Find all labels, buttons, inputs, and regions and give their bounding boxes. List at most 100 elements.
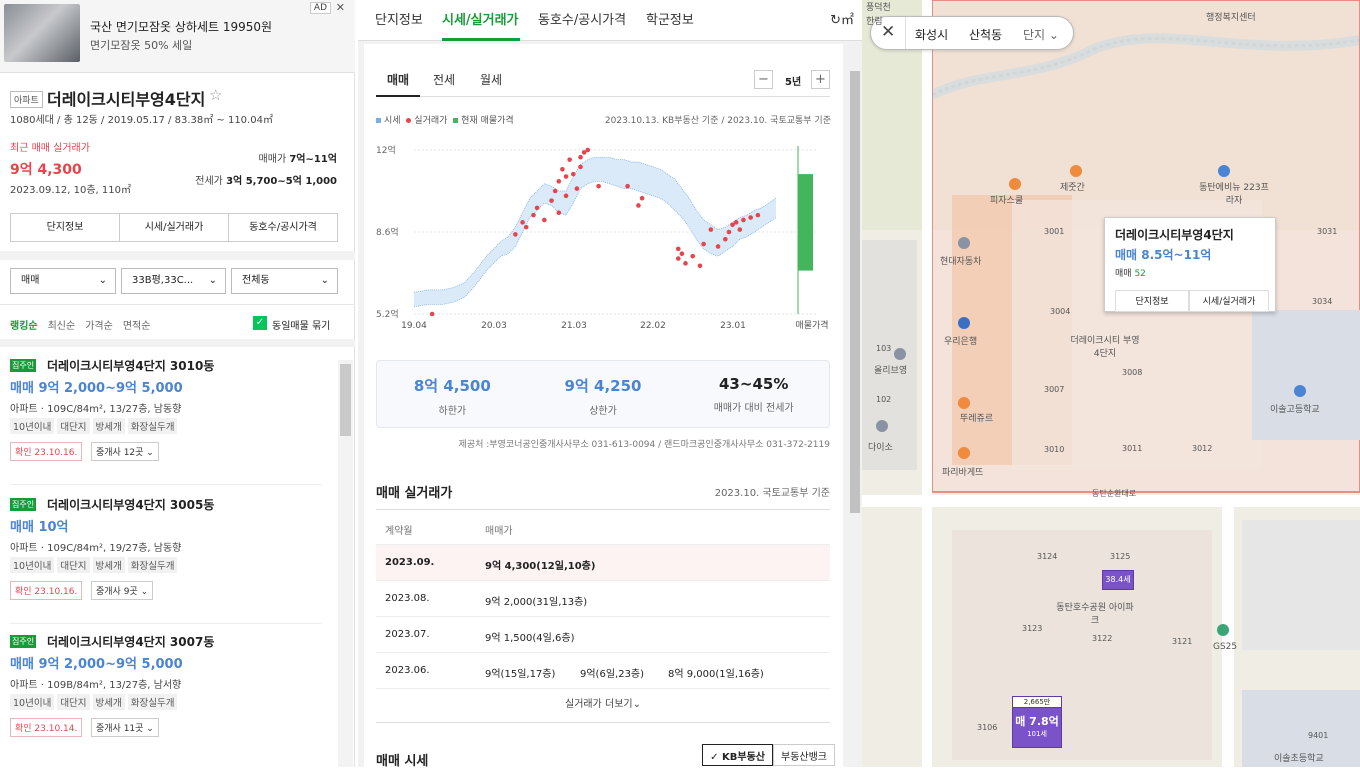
listing-name[interactable]: 더레이크시티부영4단지 3007동 xyxy=(47,633,214,650)
listing-spec: 아파트 · 109C/84m², 19/27층, 남동향 xyxy=(10,543,182,554)
store-icon[interactable] xyxy=(894,348,906,360)
map-card-info-button[interactable]: 단지정보 xyxy=(1115,290,1189,312)
deal-price: 9억 1,500(4일,6층) xyxy=(485,633,575,644)
map-price-pin[interactable]: 2,665만 매 7.8억 101세 xyxy=(1012,696,1062,748)
map-label: 더레이크시티 부영4단지 xyxy=(1070,336,1140,359)
listing-name[interactable]: 더레이크시티부영4단지 3005동 xyxy=(47,496,214,513)
sort-ranking[interactable]: 랭킹순 xyxy=(10,321,38,332)
map-label: 제줏간 xyxy=(1060,183,1085,193)
car-icon[interactable] xyxy=(958,237,970,249)
unit-price-button[interactable]: 동호수/공시가격 xyxy=(229,214,337,241)
market-title: 매매 시세 xyxy=(376,754,429,769)
feature-tag: 방세개 xyxy=(92,694,125,710)
region-city[interactable]: 화성시 xyxy=(915,26,948,43)
store-icon[interactable] xyxy=(876,420,888,432)
deal-point xyxy=(701,241,706,247)
sort-recent[interactable]: 최신순 xyxy=(48,321,76,332)
deal-point xyxy=(690,253,696,259)
stat-high-label: 상한가 xyxy=(589,406,617,417)
dong-select[interactable]: 전체동 ⌄ xyxy=(231,268,338,294)
x-tick-label: 19.04 xyxy=(401,321,427,331)
deal-point xyxy=(552,188,558,194)
price-chart[interactable]: 12억 8.6억 5.2억19.04 20.03 21.03 22.02 23.01 매물가격 xyxy=(376,136,836,336)
building-number: 3008 xyxy=(1122,368,1143,377)
tab-complex-info[interactable]: 단지정보 xyxy=(375,9,423,28)
deal-price: 9억(15일,17층) xyxy=(485,669,556,680)
subtab-sale[interactable]: 매매 xyxy=(387,71,409,88)
building-number: 9401 xyxy=(1308,731,1329,740)
deals-title: 매매 실거래가 xyxy=(376,486,453,501)
shopping-icon[interactable] xyxy=(1218,165,1230,177)
lease-range-label: 전세가 xyxy=(195,176,223,187)
more-deals-button[interactable]: 실거래가 더보기⌄ xyxy=(376,687,830,723)
period-minus-button[interactable]: − xyxy=(754,70,773,89)
region-dong[interactable]: 산척동 xyxy=(969,26,1002,43)
complex-info-button[interactable]: 단지정보 xyxy=(11,214,120,241)
subtab-monthly[interactable]: 월세 xyxy=(480,71,502,88)
divider xyxy=(10,623,322,624)
restaurant-icon[interactable] xyxy=(1009,178,1021,190)
tab-school[interactable]: 학군정보 xyxy=(646,9,694,28)
convenience-store-icon[interactable] xyxy=(1217,624,1229,636)
restaurant-icon[interactable] xyxy=(1070,165,1082,177)
area-select[interactable]: 33B평,33C... ⌄ xyxy=(121,268,226,294)
agent-count-button[interactable]: 중개사 11곳 ⌄ xyxy=(91,718,159,737)
ad-banner[interactable]: 국산 면기모잠옷 상하세트 19950원 면기모잠옷 50% 세일 AD ✕ xyxy=(0,0,355,73)
price-button[interactable]: 시세/실거래가 xyxy=(120,214,229,241)
stat-ratio-value: 43~45% xyxy=(719,375,789,393)
period-plus-button[interactable]: + xyxy=(811,70,830,89)
sort-price[interactable]: 가격순 xyxy=(85,321,113,332)
divider xyxy=(0,251,355,260)
sale-range-label: 매매가 xyxy=(258,154,287,165)
ad-title[interactable]: 국산 면기모잠옷 상하세트 19950원 xyxy=(90,18,272,35)
bank-icon[interactable] xyxy=(958,317,970,329)
lease-range: 전세가 3억 5,700~5억 1,000 xyxy=(195,172,337,187)
table-row[interactable]: 2023.07. 9억 1,500(4일,6층) xyxy=(376,617,830,653)
listing-scrollbar[interactable] xyxy=(338,360,353,767)
deal-point xyxy=(578,154,583,160)
map-card-price-button[interactable]: 시세/실거래가 xyxy=(1189,290,1269,312)
price-content: 매매 전세 월세 − 5년 + 시세 실거래가 현재 매물가격 2023.10.… xyxy=(364,44,843,769)
area-unit-toggle-icon[interactable]: ↻㎡ xyxy=(830,9,854,28)
ad-image[interactable] xyxy=(4,4,80,62)
scrollbar-thumb[interactable] xyxy=(850,71,860,513)
map[interactable]: ✕ 화성시 산척동 단지 ⌄ 더레이크시티부영4단지 매매 8.5억~11억 매… xyxy=(862,0,1360,767)
group-listings-checkbox[interactable]: ✓ xyxy=(253,316,267,330)
tab-kb[interactable]: ✓ KB부동산 xyxy=(702,744,773,766)
close-icon[interactable]: ✕ xyxy=(881,22,895,42)
agent-count-button[interactable]: 중개사 9곳 ⌄ xyxy=(91,581,154,600)
favorite-star-icon[interactable]: ☆ xyxy=(209,86,222,104)
tab-price[interactable]: 시세/실거래가 xyxy=(442,9,519,28)
scrollbar-thumb[interactable] xyxy=(340,364,351,436)
map-label: 동탄호수공원 아이파크 xyxy=(1056,603,1134,626)
recent-deal-price: 9억 4,300 xyxy=(10,162,82,178)
complex-map-card[interactable]: 더레이크시티부영4단지 매매 8.5억~11억 매매 52 단지정보 시세/실거… xyxy=(1104,217,1276,312)
map-price-pin[interactable]: 38.4세 xyxy=(1102,570,1134,590)
tab-bank[interactable]: 부동산뱅크 xyxy=(773,744,835,766)
tab-unit-price[interactable]: 동호수/공시가격 xyxy=(538,9,626,28)
bakery-icon[interactable] xyxy=(958,397,970,409)
map-label: 뚜레쥬르 xyxy=(960,414,994,424)
table-row[interactable]: 2023.08. 9억 2,000(31일,13층) xyxy=(376,581,830,617)
school-icon[interactable] xyxy=(1294,385,1306,397)
group-listings-label[interactable]: 동일매물 묶기 xyxy=(272,317,330,332)
agent-count-button[interactable]: 중개사 12곳 ⌄ xyxy=(91,442,159,461)
trade-type-select[interactable]: 매매 ⌄ xyxy=(10,268,116,294)
x-tick-label: 20.03 xyxy=(481,321,507,331)
deal-month: 2023.07. xyxy=(385,629,430,640)
deal-point xyxy=(715,244,721,249)
bakery-icon[interactable] xyxy=(958,447,970,459)
listing-name[interactable]: 더레이크시티부영4단지 3010동 xyxy=(47,357,214,374)
subtab-lease[interactable]: 전세 xyxy=(433,71,455,88)
table-row[interactable]: 2023.09. 9억 4,300(12일,10층) xyxy=(376,545,830,581)
recent-deal-label: 최근 매매 실거래가 xyxy=(10,143,90,154)
deal-point xyxy=(563,193,569,199)
ad-close-icon[interactable]: ✕ xyxy=(336,1,345,14)
market-source-tabs: ✓ KB부동산 부동산뱅크 xyxy=(702,744,835,766)
table-row[interactable]: 2023.06. 9억(15일,17층) 9억(6일,23층) 8억 9,000(1일… xyxy=(376,653,830,689)
y-tick-label: 8.6억 xyxy=(376,226,399,238)
sort-tabs: 랭킹순 최신순 가격순 면적순 xyxy=(10,317,160,332)
region-complex[interactable]: 단지 ⌄ xyxy=(1023,26,1059,43)
sort-area[interactable]: 면적순 xyxy=(123,321,151,332)
panel-scrollbar[interactable] xyxy=(848,41,862,767)
